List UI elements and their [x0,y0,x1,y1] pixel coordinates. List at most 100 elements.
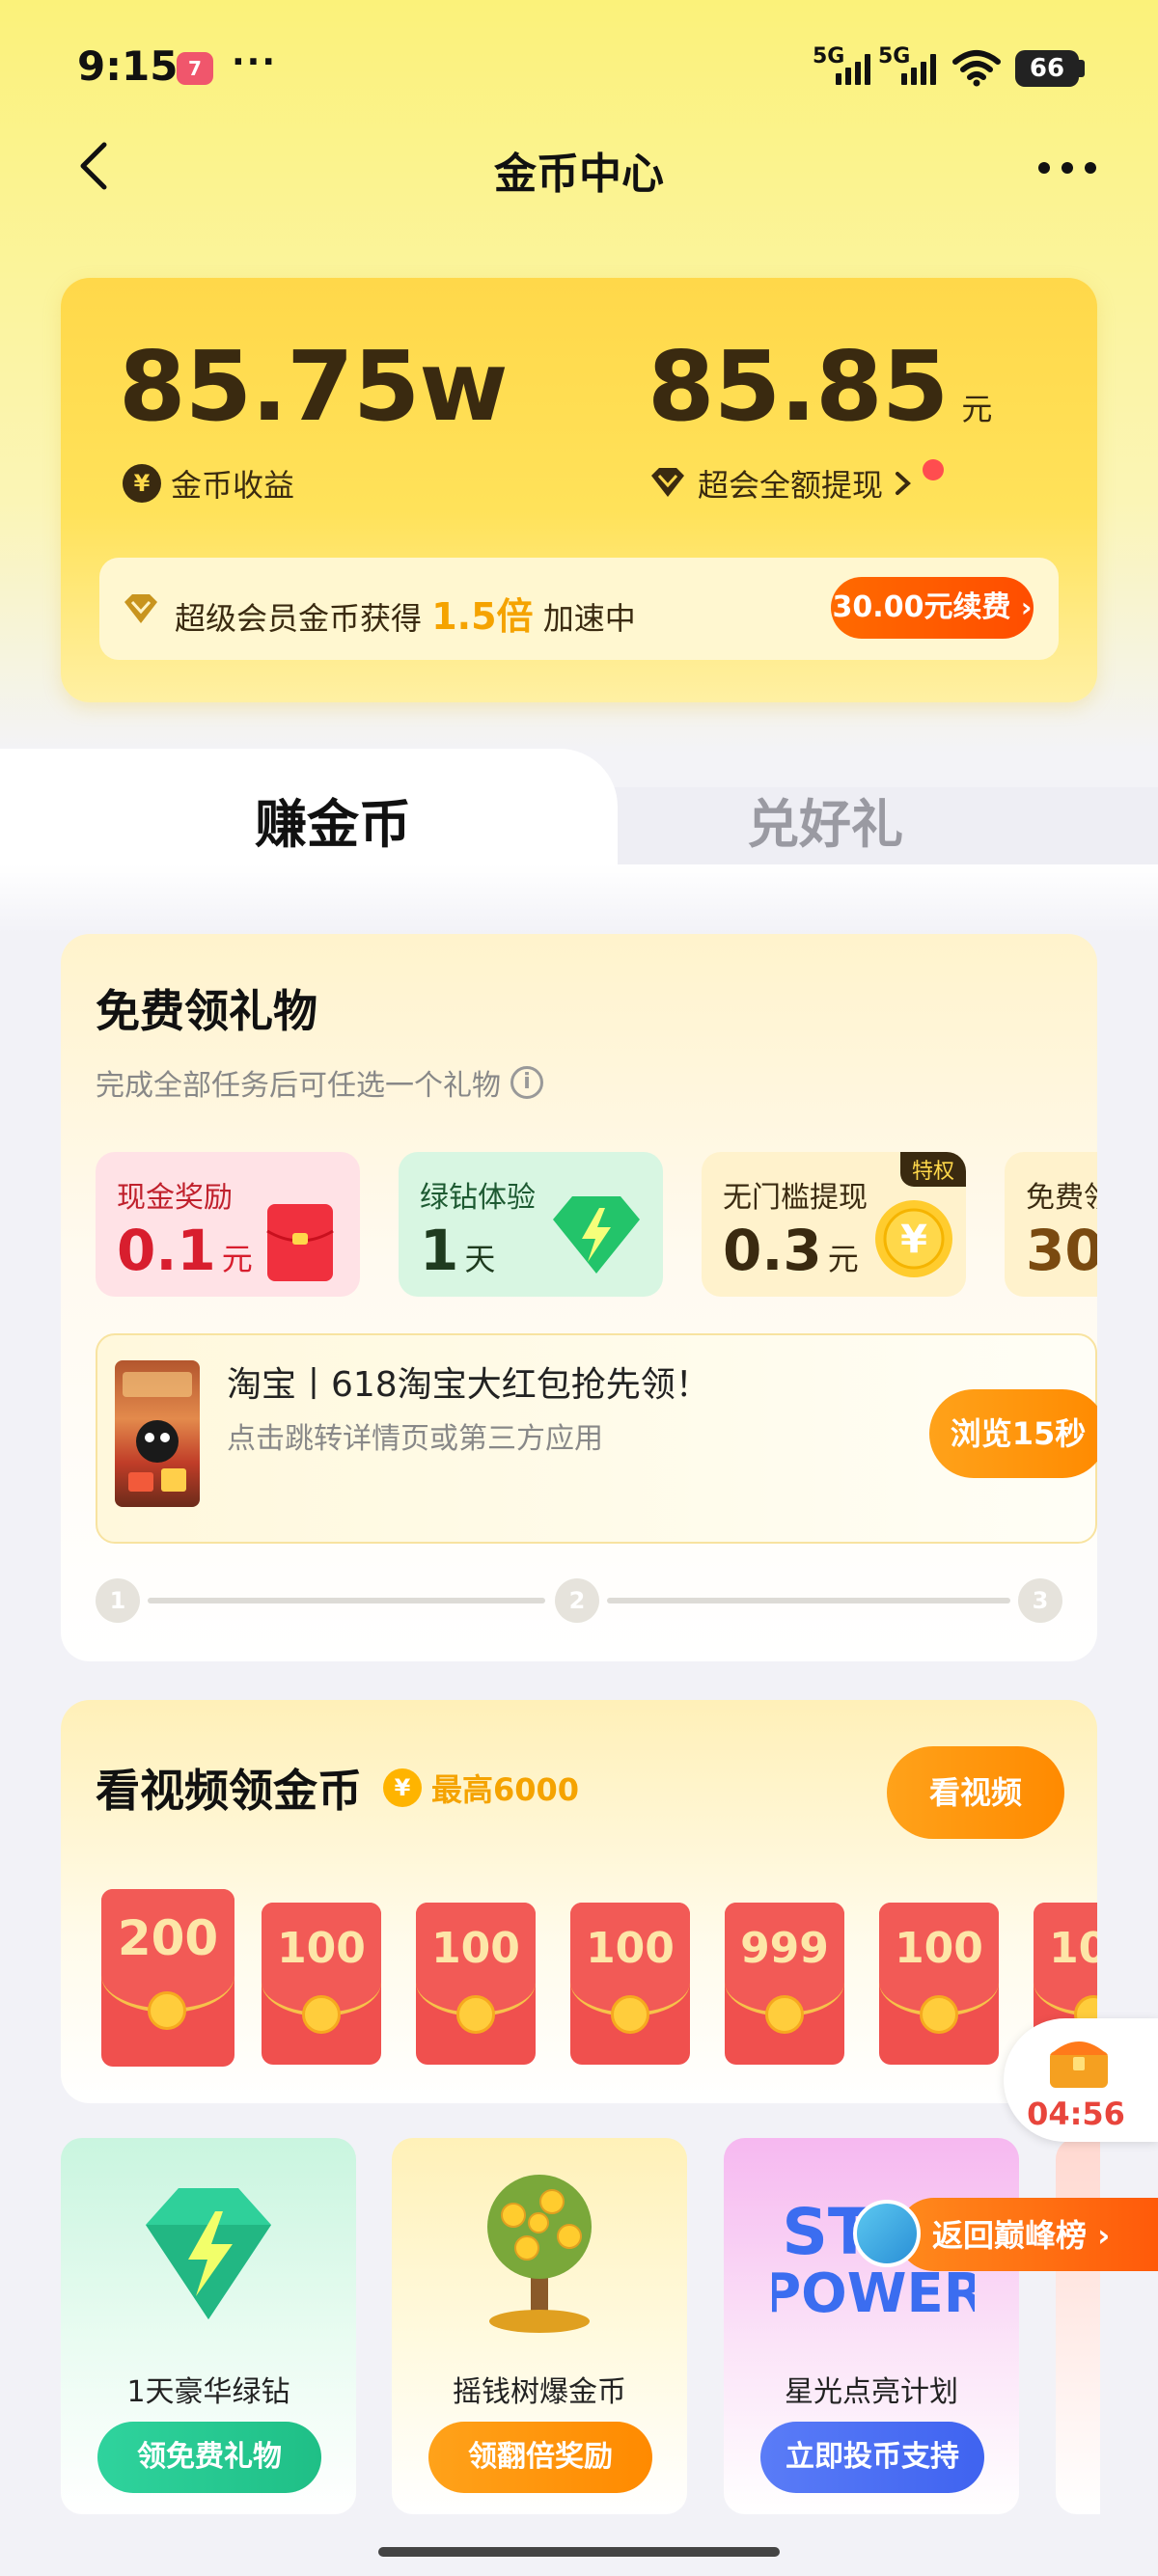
app-notification-icon: 7 [177,52,213,85]
video-title-row: 看视频领金币 ¥ 最高6000 [96,1756,579,1820]
svg-text:POWER: POWER [772,2262,975,2321]
cash-value: 85.85 [648,330,949,443]
task-thumbnail [115,1360,200,1507]
privilege-tag: 特权 [899,1152,966,1187]
progress-step-1: 1 [96,1578,140,1623]
free-gifts-card: 免费领礼物 完成全部任务后可任选一个礼物 i 现金奖励 0.1 元 绿钻体验 1天… [61,934,1097,1661]
treasure-chest-widget[interactable]: 04:56 [1004,2018,1158,2142]
reward-label: 无门槛提现 [723,1181,868,1215]
max-badge: ¥ 最高6000 [383,1766,579,1810]
back-to-peak-button[interactable]: 返回巅峰榜 › [897,2198,1158,2271]
tab-redeem-gifts[interactable]: 兑好礼 [618,781,1033,858]
reward-number: 1 [420,1218,459,1283]
envelope-coin [611,1995,649,2034]
envelope-item[interactable]: 100 [262,1903,381,2065]
envelope-item[interactable]: 100 [570,1903,690,2065]
promo-title: 摇钱树爆金币 [453,2375,626,2409]
envelope-item[interactable]: 200 [101,1889,234,2067]
envelope-coin [456,1995,495,2034]
gifts-subtitle: 完成全部任务后可任选一个礼物 [96,1069,501,1103]
renew-chevron-icon: › [1020,591,1033,623]
coins-label-row: ¥ 金币收益 [123,461,294,506]
envelope-item[interactable]: 999 [725,1903,844,2065]
notification-dot [923,459,944,480]
coins-value: 85.75w [119,330,509,443]
battery-tip [1079,60,1085,77]
reward-value: 0.1 元 [117,1218,253,1283]
wifi-icon [952,50,1001,87]
task-item[interactable]: 淘宝丨618淘宝大红包抢先领！ 点击跳转详情页或第三方应用 浏览15秒 [96,1333,1097,1544]
reward-free[interactable]: 免费领 300 [1005,1152,1097,1297]
envelope-amount: 100 [1049,1924,1097,1973]
reward-green-diamond[interactable]: 绿钻体验 1天 [399,1152,663,1297]
chevron-right-icon [896,472,911,495]
coin-icon: ¥ [383,1768,422,1807]
coin-icon: ¥ [123,464,161,503]
withdraw-label: 超会全额提现 [698,467,884,504]
progress-line-2 [607,1598,1010,1603]
diamond-icon [651,468,684,497]
reward-number: 0.1 [117,1218,216,1283]
status-time: 9:15 [77,42,179,90]
reward-number: 0.3 [723,1218,822,1283]
envelope-coin [148,1991,186,2030]
reward-cash[interactable]: 现金奖励 0.1 元 [96,1152,360,1297]
reward-value: 0.3 元 [723,1218,859,1283]
green-diamond-icon [553,1196,640,1274]
vip-prefix: 超级会员金币获得 [175,600,423,637]
reward-label: 现金奖励 [117,1181,233,1215]
task-title: 淘宝丨618淘宝大红包抢先领！ [227,1365,710,1405]
gifts-subtitle-row: 完成全部任务后可任选一个礼物 i [96,1061,543,1104]
watch-video-button[interactable]: 看视频 [887,1746,1064,1839]
progress-step-2: 2 [555,1578,599,1623]
reward-label: 免费领 [1026,1181,1097,1215]
promo-card-partial [1056,2138,1100,2514]
progress-step-3: 3 [1018,1578,1062,1623]
envelope-item[interactable]: 100 [879,1903,999,2065]
green-diamond-icon [146,2188,271,2319]
info-icon[interactable]: i [510,1066,543,1099]
envelope-amount: 100 [895,1924,983,1973]
promo-button[interactable]: 领免费礼物 [97,2422,321,2493]
promo-button[interactable]: 领翻倍奖励 [428,2422,652,2493]
vip-multiplier: 1.5倍 [431,595,534,638]
gifts-title: 免费领礼物 [96,985,317,1037]
cash-unit: 元 [961,391,993,427]
more-options-icon[interactable] [1029,145,1106,191]
red-envelope-icon [266,1204,334,1281]
envelope-coin [920,1995,958,2034]
signal-bars-1-icon [836,52,870,85]
home-indicator [378,2547,780,2557]
back-label: 返回巅峰榜 [932,2217,1088,2254]
promo-card-green-diamond[interactable]: 1天豪华绿钻 领免费礼物 [61,2138,356,2514]
money-tree-icon [487,2175,592,2333]
vip-suffix: 加速中 [542,600,636,637]
promo-card-money-tree[interactable]: 摇钱树爆金币 领翻倍奖励 [392,2138,687,2514]
vip-strip: 超级会员金币获得 1.5倍 加速中 30.00元续费 › [99,558,1059,660]
promo-title: 1天豪华绿钻 [126,2375,290,2409]
svg-text:¥: ¥ [900,1218,927,1262]
max-label: 最高6000 [431,1771,580,1808]
renew-button[interactable]: 30.00元续费 › [831,577,1034,639]
watch-video-card: 看视频领金币 ¥ 最高6000 看视频 200 100 100 100 999 … [61,1700,1097,2103]
browse-button[interactable]: 浏览15秒 [929,1389,1097,1478]
reward-withdraw[interactable]: 特权 无门槛提现 0.3 元 ¥ [702,1152,966,1297]
cash-row: 85.85 元 [648,330,992,443]
gold-coin-icon: ¥ [875,1200,952,1277]
balance-card: 85.75w ¥ 金币收益 85.85 元 超会全额提现 超级会员金币获得 1.… [61,278,1097,702]
promo-card-starlight[interactable]: STAR POWER 星光点亮计划 立即投币支持 [724,2138,1019,2514]
vip-diamond-icon [124,594,157,623]
envelope-amount: 200 [117,1910,219,1966]
withdraw-link[interactable]: 超会全额提现 [648,461,914,506]
music-avatar-icon[interactable] [853,2200,921,2267]
renew-label: 30.00元续费 [832,590,1011,624]
progress-line-1 [148,1598,545,1603]
tab-earn-coins[interactable]: 赚金币 [0,781,666,858]
status-more-icon: ··· [232,42,278,82]
promo-button[interactable]: 立即投币支持 [760,2422,984,2493]
envelope-item[interactable]: 100 [416,1903,536,2065]
envelope-amount: 100 [431,1924,520,1973]
battery-icon: 66 [1015,50,1079,87]
envelope-coin [765,1995,804,2034]
reward-unit: 元 [827,1241,859,1277]
